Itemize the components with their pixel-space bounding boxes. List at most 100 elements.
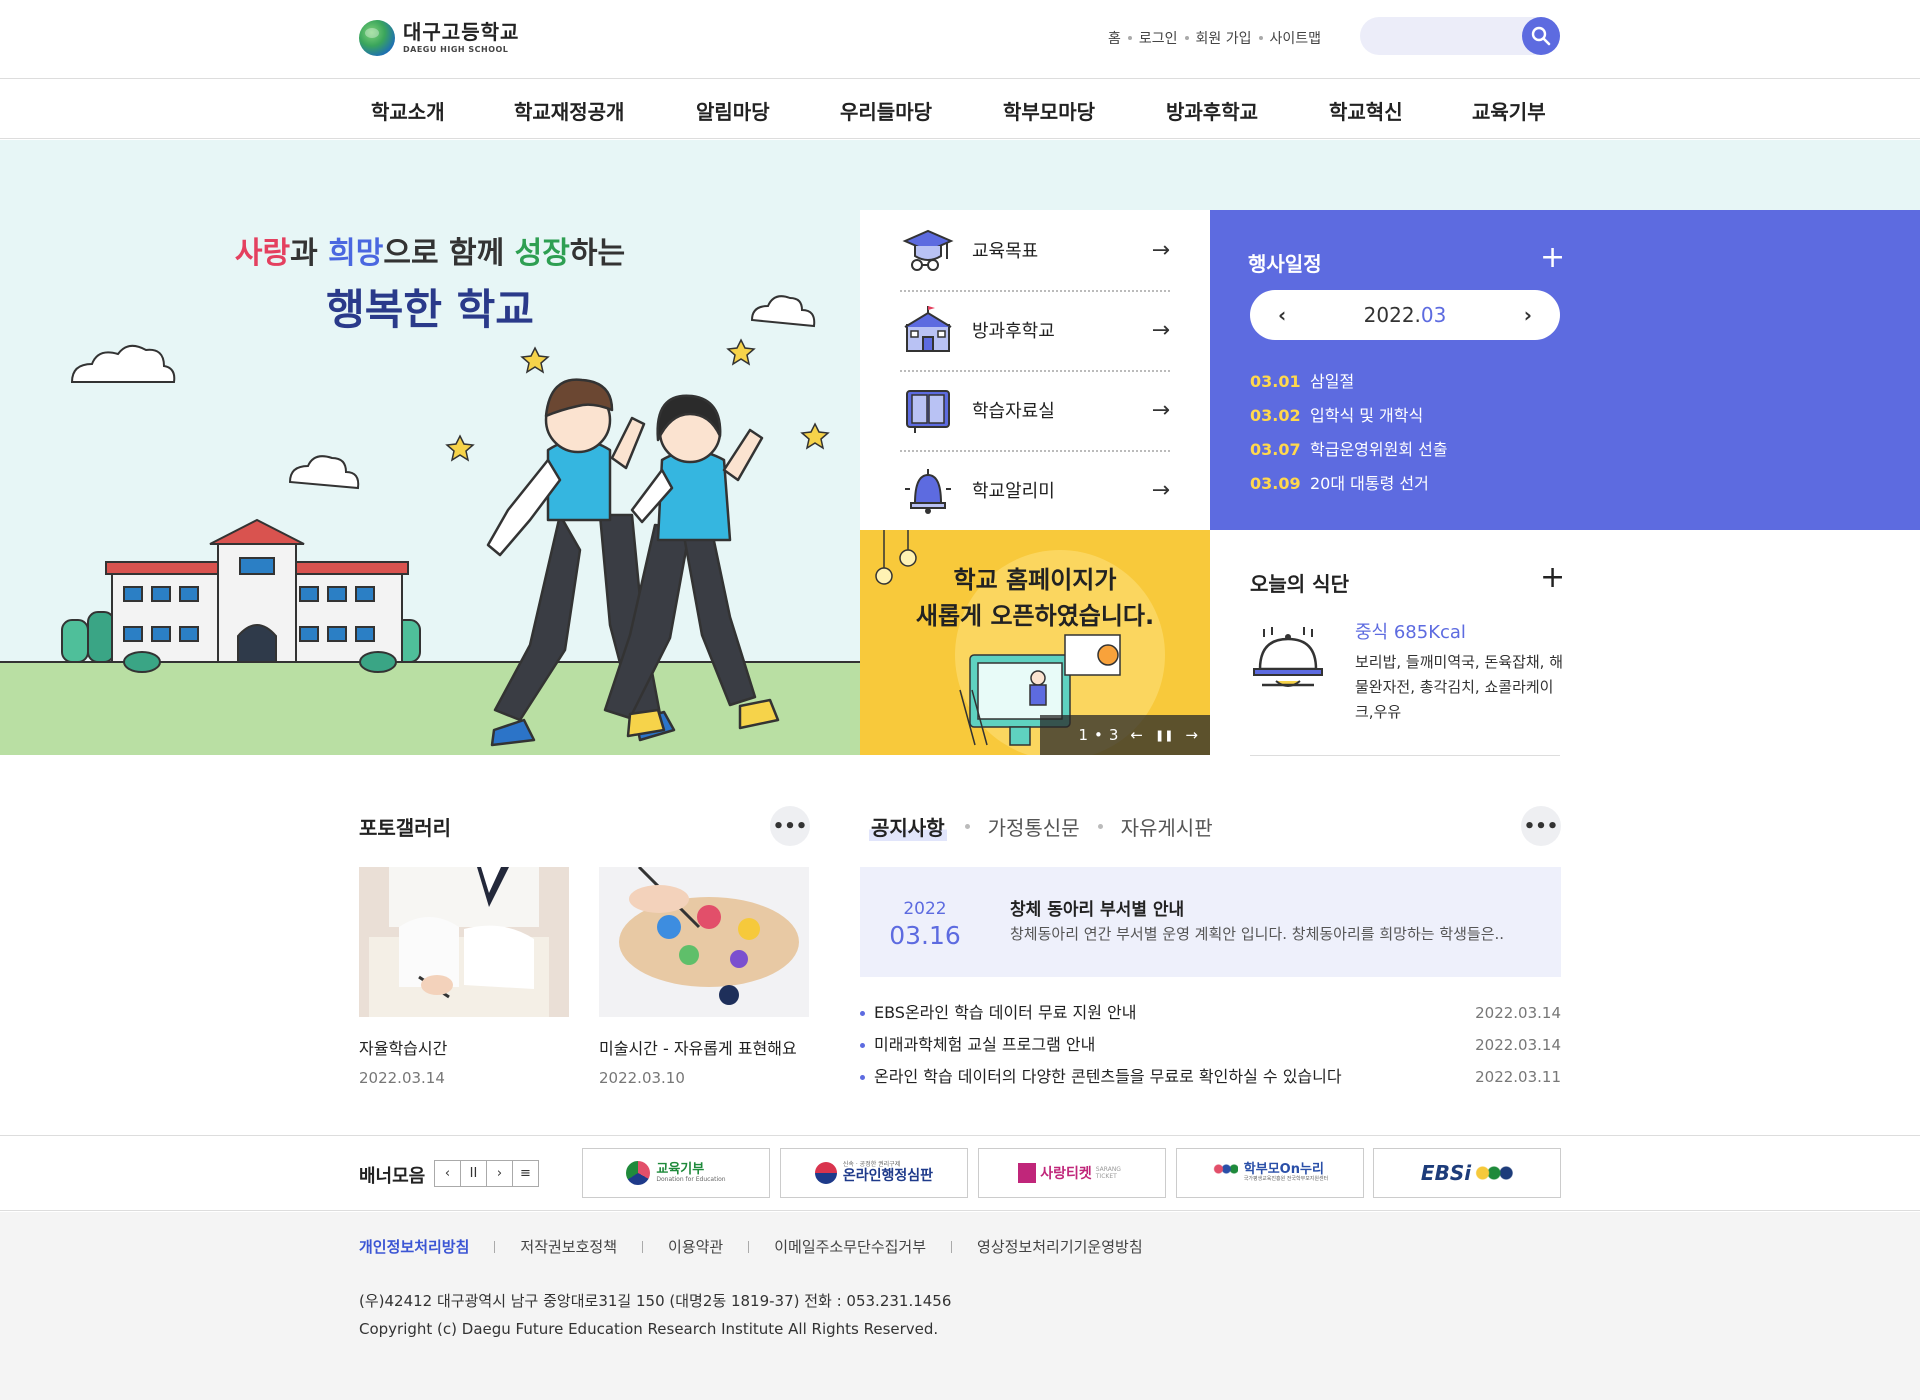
- nav-item-notice[interactable]: 알림마당: [696, 96, 770, 125]
- nav-item-donation[interactable]: 교육기부: [1472, 96, 1546, 125]
- notice-item[interactable]: 온라인 학습 데이터의 다양한 콘텐츠들을 무료로 확인하실 수 있습니다 202…: [860, 1061, 1561, 1093]
- separator-dot: [1184, 36, 1189, 40]
- schedule-panel: 행사일정 + ‹ 2022.03 › 03.01 삼일절 03.02 입학식 및 개…: [1210, 210, 1920, 530]
- photo-painting: [599, 867, 809, 1017]
- search-input[interactable]: [1360, 17, 1510, 55]
- banner-edu-donation[interactable]: 교육기부 Donation for Education: [582, 1148, 770, 1198]
- nav-item-innovation[interactable]: 학교혁신: [1329, 96, 1403, 125]
- banner-pause-button[interactable]: II: [460, 1160, 487, 1187]
- meal-menu: 보리밥, 들깨미역국, 돈육잡채, 해물완자전, 총각김치, 쇼콜라케이크,우유: [1355, 653, 1564, 721]
- quick-item-edu-goal[interactable]: 교육목표 →: [900, 210, 1170, 290]
- hero-slogan: 사랑과 희망으로 함께 성장하는: [234, 236, 626, 271]
- site-logo[interactable]: 대구고등학교 DAEGU HIGH SCHOOL: [359, 20, 519, 56]
- tab-notice[interactable]: 공지사항: [869, 812, 947, 841]
- nav-item-afterschool[interactable]: 방과후학교: [1166, 96, 1258, 125]
- notice-item[interactable]: EBS온라인 학습 데이터 무료 지원 안내 2022.03.14: [860, 997, 1561, 1029]
- gallery-more-button[interactable]: •••: [770, 806, 810, 846]
- divider: [748, 1240, 750, 1253]
- notice-item[interactable]: 미래과학체험 교실 프로그램 안내 2022.03.14: [860, 1029, 1561, 1061]
- featured-notice[interactable]: 2022 03.16 창체 동아리 부서별 안내 창체동아리 연간 부서별 운영…: [860, 867, 1561, 977]
- schedule-item[interactable]: 03.09 20대 대통령 선거: [1250, 467, 1448, 501]
- gallery-item[interactable]: 자율학습시간 2022.03.14: [359, 867, 569, 1087]
- utility-nav: 홈 로그인 회원 가입 사이트맵: [1108, 28, 1321, 48]
- globe-logo-icon: [359, 20, 395, 56]
- arrow-right-icon: →: [1151, 397, 1170, 423]
- logo-title: 대구고등학교: [403, 20, 520, 44]
- nav-item-community[interactable]: 우리들마당: [840, 96, 932, 125]
- notice-summary: 창체동아리 연간 부서별 운영 계획안 입니다. 창체동아리를 희망하는 학생들…: [1010, 925, 1505, 943]
- photo-caption: 자율학습시간: [359, 1039, 448, 1058]
- login-link[interactable]: 로그인: [1139, 28, 1178, 48]
- privacy-policy-link[interactable]: 개인정보처리방침: [359, 1236, 469, 1257]
- cctv-policy-link[interactable]: 영상정보처리기기운영방침: [977, 1236, 1143, 1257]
- quick-item-afterschool[interactable]: 방과후학교 →: [900, 290, 1170, 370]
- schedule-more-button[interactable]: +: [1540, 240, 1565, 275]
- copyright-policy-link[interactable]: 저작권보호정책: [520, 1236, 617, 1257]
- book-icon: [900, 382, 956, 438]
- banner-sarang-ticket[interactable]: 사랑티켓 SARANG TICKET: [978, 1148, 1166, 1198]
- prev-month-button[interactable]: ‹: [1278, 303, 1286, 327]
- email-refusal-link[interactable]: 이메일주소무단수집거부: [774, 1236, 926, 1257]
- sitemap-link[interactable]: 사이트맵: [1270, 28, 1322, 48]
- quick-label: 학교알리미: [972, 481, 1055, 502]
- separator-dot: [1097, 824, 1103, 829]
- ebs-dots-logo-icon: [1475, 1165, 1514, 1181]
- nav-item-parents[interactable]: 학부모마당: [1003, 96, 1095, 125]
- nav-item-finance[interactable]: 학교재정공개: [514, 96, 624, 125]
- banner-list-button[interactable]: ≡: [512, 1160, 539, 1187]
- slider-controls: 1 • 3 ← ❚❚ →: [1040, 715, 1210, 755]
- terms-link[interactable]: 이용약관: [668, 1236, 723, 1257]
- quick-label: 학습자료실: [972, 401, 1055, 422]
- schedule-item[interactable]: 03.02 입학식 및 개학식: [1250, 399, 1448, 433]
- slide-next-button[interactable]: →: [1185, 726, 1198, 744]
- banner-strip: 배너모음 ‹ II › ≡ 교육기부 Donation for Educatio…: [0, 1135, 1920, 1211]
- quick-item-study-room[interactable]: 학습자료실 →: [900, 370, 1170, 450]
- gallery-item[interactable]: 미술시간 - 자유롭게 표현해요 2022.03.10: [599, 867, 809, 1087]
- banner-label: EBSi: [1420, 1161, 1472, 1185]
- search-icon: [1531, 26, 1551, 46]
- next-month-button[interactable]: ›: [1524, 303, 1532, 327]
- divider: [494, 1240, 496, 1253]
- schedule-item[interactable]: 03.07 학급운영위원회 선출: [1250, 433, 1448, 467]
- search-button[interactable]: [1522, 17, 1560, 55]
- graduation-cap-icon: [900, 222, 956, 278]
- month-selector: ‹ 2022.03 ›: [1250, 290, 1560, 340]
- home-link[interactable]: 홈: [1108, 28, 1121, 48]
- footer-address: (우)42412 대구광역시 남구 중앙대로31길 150 (대명2동 1819…: [359, 1292, 952, 1310]
- meal-more-button[interactable]: +: [1540, 560, 1565, 595]
- slide-total: 3: [1108, 726, 1119, 744]
- quick-item-school-info[interactable]: 학교알리미 →: [900, 450, 1170, 530]
- nav-item-school-intro[interactable]: 학교소개: [371, 96, 445, 125]
- separator-dot: [1258, 36, 1263, 40]
- banner-online-admin[interactable]: 신속 · 공정한 권리구제 온라인행정심판: [780, 1148, 968, 1198]
- join-link[interactable]: 회원 가입: [1196, 28, 1252, 48]
- notice-list: EBS온라인 학습 데이터 무료 지원 안내 2022.03.14 미래과학체험 …: [860, 997, 1561, 1093]
- meal-type: 중식 685Kcal: [1355, 622, 1466, 643]
- bell-icon: [900, 462, 956, 518]
- schedule-item[interactable]: 03.01 삼일절: [1250, 365, 1448, 399]
- search-box: [1360, 17, 1560, 55]
- edu-donation-logo-icon: [626, 1161, 651, 1185]
- tab-free-board[interactable]: 자유게시판: [1121, 812, 1213, 841]
- banner-sublabel: SARANG TICKET: [1095, 1166, 1121, 1180]
- photo-studying: [359, 867, 569, 1017]
- banner-next-button[interactable]: ›: [486, 1160, 513, 1187]
- banner-sublabel: 국가평생교육진흥원 전국학부모지원센터: [1243, 1176, 1329, 1183]
- banner-title: 배너모음: [359, 1166, 426, 1187]
- banner-ebsi[interactable]: EBSi: [1373, 1148, 1561, 1198]
- notice-date: 03.16: [889, 921, 961, 950]
- banner-sublabel: Donation for Education: [656, 1175, 726, 1183]
- notice-more-button[interactable]: •••: [1521, 806, 1561, 846]
- banner-parents-onnuri[interactable]: 학부모On누리 국가평생교육진흥원 전국학부모지원센터: [1176, 1148, 1364, 1198]
- footer-copyright: Copyright (c) Daegu Future Education Res…: [359, 1320, 939, 1338]
- slide-pause-button[interactable]: ❚❚: [1155, 729, 1173, 742]
- banner-prev-button[interactable]: ‹: [434, 1160, 461, 1187]
- tab-newsletter[interactable]: 가정통신문: [988, 812, 1080, 841]
- slide-prev-button[interactable]: ←: [1130, 726, 1143, 744]
- promo-banner[interactable]: 학교 홈페이지가 새롭게 오픈하였습니다. 1 • 3 ← ❚❚ →: [860, 530, 1210, 755]
- hero-section: 사랑과 희망으로 함께 성장하는 행복한 학교 교육목표 → 방과후학교 → 학…: [0, 140, 1920, 756]
- arrow-right-icon: →: [1151, 317, 1170, 343]
- gallery-title: 포토갤러리: [359, 816, 451, 840]
- main-nav: 학교소개 학교재정공개 알림마당 우리들마당 학부모마당 방과후학교 학교혁신 …: [0, 80, 1920, 139]
- meal-title: 오늘의 식단: [1250, 572, 1349, 596]
